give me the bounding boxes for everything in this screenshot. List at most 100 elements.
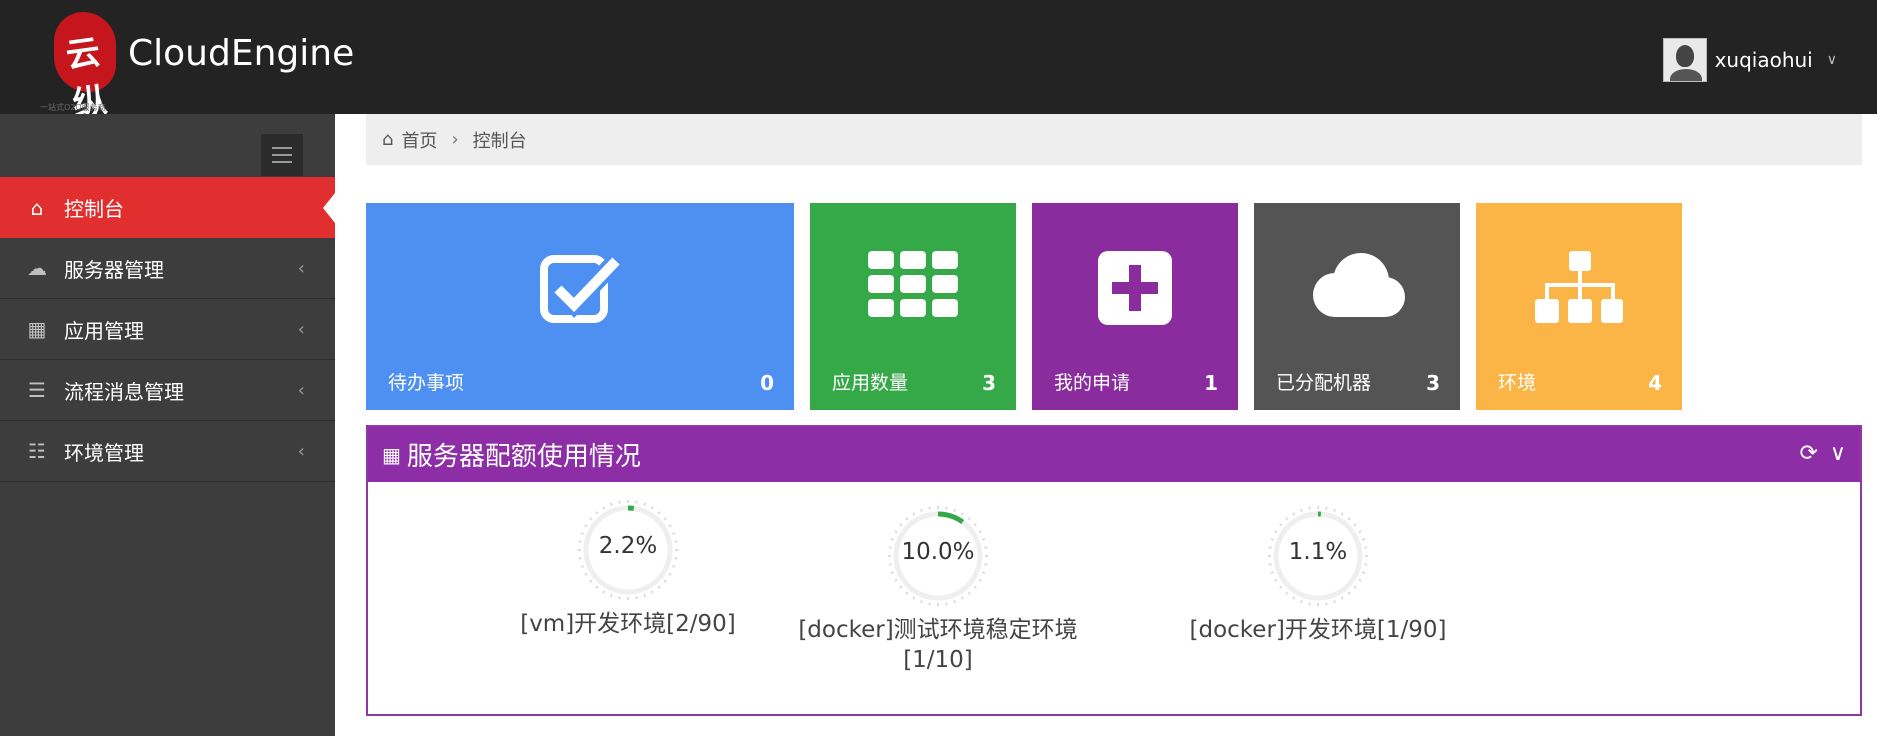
sidebar-item-label: 控制台 xyxy=(64,197,124,221)
tile-label: 我的申请 xyxy=(1054,372,1131,394)
gauge-tick xyxy=(890,571,895,575)
gauge-tick xyxy=(663,517,667,521)
gauge-tick xyxy=(905,517,909,521)
gauge-tick xyxy=(1285,517,1289,521)
gauge-tick xyxy=(899,585,903,589)
gauge-tick xyxy=(945,506,948,510)
gauge-tick xyxy=(1353,585,1357,589)
gauge-tick xyxy=(953,508,957,513)
gauge-tick xyxy=(981,571,986,575)
th-icon xyxy=(868,251,958,317)
chevron-down-icon[interactable]: ∨ xyxy=(1827,52,1837,68)
chevron-down-icon[interactable]: ∨ xyxy=(1830,441,1846,466)
calendar-icon: ▦ xyxy=(382,442,401,467)
tile-label: 应用数量 xyxy=(832,372,909,394)
plus-square-icon xyxy=(1098,251,1172,325)
gauge-tick xyxy=(1325,602,1328,606)
gauge-tick xyxy=(584,524,588,528)
sitemap-icon xyxy=(1535,251,1623,323)
panel-header: ▦ 服务器配额使用情况 ⟳ ∨ xyxy=(368,427,1860,482)
breadcrumb-home[interactable]: 首页 xyxy=(401,127,437,153)
sidebar-item-label: 环境管理 xyxy=(64,440,144,465)
tile-my-requests[interactable]: 我的申请 1 xyxy=(1032,203,1238,410)
gauge-tick xyxy=(589,517,593,521)
gauge-tick xyxy=(580,565,585,569)
home-icon[interactable]: ⌂ xyxy=(382,129,393,150)
gauge-tick xyxy=(668,524,672,528)
gauge-tick xyxy=(928,602,931,606)
gauge-tick xyxy=(899,523,903,527)
sidebar-item-workflow-messages[interactable]: ☰ 流程消息管理 ‹ xyxy=(0,360,335,421)
gauge-tick xyxy=(663,579,667,583)
gauge-tick xyxy=(671,565,676,569)
hamburger-icon xyxy=(272,161,292,163)
tile-label: 已分配机器 xyxy=(1276,372,1372,394)
gauge-tick xyxy=(650,590,654,594)
gauge-tick xyxy=(960,512,964,516)
tile-environments[interactable]: 环境 4 xyxy=(1476,203,1682,410)
sidebar-item-environment-management[interactable]: ☷ 环境管理 ‹ xyxy=(0,421,335,482)
gauge-tick xyxy=(1299,599,1303,604)
tile-count: 0 xyxy=(760,371,774,395)
menu-toggle-button[interactable] xyxy=(261,134,303,176)
gauge-tick xyxy=(595,511,599,515)
gauge-tick xyxy=(657,511,661,515)
gauge-tick xyxy=(618,596,621,600)
gauge-tick xyxy=(1325,506,1328,510)
top-header: 云纵 一站式O2O服务商 CloudEngine xuqiaohui ∨ xyxy=(0,0,1877,125)
gauge-tick xyxy=(1333,599,1337,604)
gauge-tick xyxy=(1299,508,1303,513)
gauge-tick xyxy=(919,599,923,604)
sidebar-item-server-management[interactable]: ☁ 服务器管理 ‹ xyxy=(0,238,335,299)
gauge-tick xyxy=(1279,585,1283,589)
gauge-tick xyxy=(602,590,606,594)
gauge-value: 2.2% xyxy=(598,533,658,559)
gauge-tick xyxy=(668,572,672,576)
user-menu[interactable]: xuqiaohui ∨ xyxy=(1662,38,1837,82)
cloud-icon: ☁ xyxy=(27,256,47,280)
tile-count: 3 xyxy=(1426,371,1440,395)
gauge-value: 10.0% xyxy=(901,539,975,565)
sidebar-item-label: 应用管理 xyxy=(64,318,144,343)
gauge-tick xyxy=(1361,571,1366,575)
tile-label: 环境 xyxy=(1498,372,1537,394)
gauge-tick xyxy=(1274,530,1278,534)
tile-count: 3 xyxy=(982,371,996,395)
sidebar-item-label: 流程消息管理 xyxy=(64,379,184,404)
refresh-icon[interactable]: ⟳ xyxy=(1799,441,1817,466)
gauge-tick xyxy=(643,502,647,507)
gauge-tick xyxy=(953,599,957,604)
sidebar-item-app-management[interactable]: ▦ 应用管理 ‹ xyxy=(0,299,335,360)
gauge-tick xyxy=(894,530,898,534)
sidebar-nav: ⌂ 控制台 ☁ 服务器管理 ‹ ▦ 应用管理 ‹ ☰ 流程消息管理 ‹ ☷ 环境… xyxy=(0,177,335,482)
gauge-tick xyxy=(1270,571,1275,575)
tile-app-count[interactable]: 应用数量 3 xyxy=(810,203,1016,410)
tile-assigned-machines[interactable]: 已分配机器 3 xyxy=(1254,203,1460,410)
gauge-tick xyxy=(609,593,613,598)
sidebar: ⌂ 控制台 ☁ 服务器管理 ‹ ▦ 应用管理 ‹ ☰ 流程消息管理 ‹ ☷ 环境… xyxy=(0,114,335,736)
cloud-icon xyxy=(1313,253,1405,317)
gauge-tick xyxy=(912,512,916,516)
gauge-tick xyxy=(967,591,971,595)
gauge-tick xyxy=(595,585,599,589)
avatar[interactable] xyxy=(1662,38,1707,82)
gauge-tick xyxy=(1292,596,1296,600)
gauge-tick xyxy=(905,591,909,595)
gauge-tick xyxy=(602,506,606,510)
gauge-tick xyxy=(584,572,588,576)
brand-name[interactable]: CloudEngine xyxy=(128,33,354,74)
tile-todo[interactable]: 待办事项 0 xyxy=(366,203,794,410)
gauge-tick xyxy=(635,596,638,600)
username[interactable]: xuqiaohui xyxy=(1715,48,1813,72)
logo[interactable]: 云纵 xyxy=(48,8,122,125)
home-icon: ⌂ xyxy=(30,195,44,220)
panel-title: 服务器配额使用情况 xyxy=(406,442,641,472)
chevron-left-icon: ‹ xyxy=(297,257,305,279)
breadcrumb-current: 控制台 xyxy=(472,130,527,152)
breadcrumb: ⌂ 首页 › 控制台 xyxy=(366,114,1862,165)
gauge-tick xyxy=(973,585,977,589)
grid-icon: ▦ xyxy=(27,317,47,341)
sidebar-item-dashboard[interactable]: ⌂ 控制台 xyxy=(0,177,335,238)
gauge-tick xyxy=(1340,512,1344,516)
sidebar-item-label: 服务器管理 xyxy=(64,257,164,282)
